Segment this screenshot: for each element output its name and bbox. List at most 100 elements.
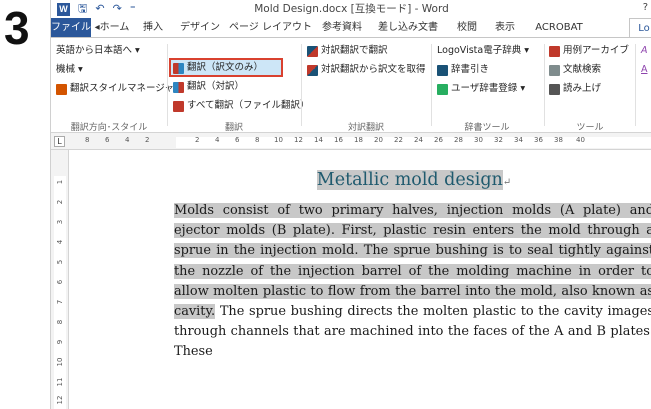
- tab-acrobat[interactable]: ACROBAT: [531, 18, 587, 38]
- tab-mailings[interactable]: 差し込み文書: [373, 18, 443, 38]
- document-page[interactable]: Metallic mold design↵ Molds consist of t…: [69, 150, 651, 409]
- parallel-translate-button[interactable]: 対訳翻訳で翻訳: [307, 43, 388, 59]
- tab-home[interactable]: ◂ホーム: [93, 18, 131, 38]
- translate-parallel-button[interactable]: 翻訳（対訳）: [173, 79, 244, 95]
- translate-only-label: 翻訳（訳文のみ）: [187, 62, 264, 73]
- tab-selector[interactable]: L: [54, 136, 65, 147]
- ruler-label: 38: [554, 136, 563, 144]
- engine-dropdown[interactable]: 機械 ▾: [56, 62, 83, 78]
- ruler-scale: 8 6 4 2 2 4 6 8 10 12 14 16 18 20 22 24 …: [81, 135, 651, 148]
- ruler-label: 10: [274, 136, 283, 144]
- direction-dropdown[interactable]: 英語から日本語へ ▾: [56, 43, 140, 59]
- tab-references[interactable]: 参考資料: [319, 18, 365, 38]
- get-translation-button[interactable]: 対訳翻訳から訳文を取得: [307, 62, 426, 78]
- ruler-label: 28: [454, 136, 463, 144]
- tab-design[interactable]: デザイン: [179, 18, 221, 38]
- archive-icon: [549, 45, 560, 57]
- vertical-ruler-text-area: [54, 176, 66, 409]
- vruler-label: 9: [56, 339, 64, 345]
- group-separator: [431, 44, 432, 126]
- literature-icon: [549, 64, 560, 76]
- ruler-label: 18: [354, 136, 363, 144]
- ruler-label: 24: [414, 136, 423, 144]
- read-aloud-label: 読み上げ: [563, 83, 602, 94]
- vruler-label: 8: [56, 319, 64, 325]
- ruler-label: 6: [235, 136, 240, 144]
- group-label-dictionary: 辞書ツール: [464, 123, 510, 133]
- example-archive-label: 用例アーカイブ: [563, 45, 629, 56]
- style-manager-button[interactable]: 翻訳スタイルマネージャ: [56, 81, 174, 97]
- style-manager-label: 翻訳スタイルマネージャ: [70, 83, 174, 94]
- parallel-translate-icon: [173, 81, 184, 93]
- step-number: 3: [4, 2, 30, 54]
- heading-text: Metallic mold design: [316, 170, 503, 190]
- ruler-label: 26: [434, 136, 443, 144]
- ruler-label: 40: [576, 136, 585, 144]
- direction-label: 英語から日本語へ ▾: [56, 45, 140, 56]
- ruler-label: 36: [534, 136, 543, 144]
- ruler-label: 2: [195, 136, 200, 144]
- paragraph-mark: ↵: [502, 177, 512, 188]
- tab-insert[interactable]: 挿入: [139, 18, 167, 38]
- tab-logovista[interactable]: Lo: [629, 18, 651, 38]
- dictionary-icon: [437, 64, 448, 76]
- ruler-label: 22: [394, 136, 403, 144]
- ruler-label: 4: [215, 136, 220, 144]
- selected-text: Molds consist of two primary halves, inj…: [174, 203, 651, 320]
- ruler-label: 12: [294, 136, 303, 144]
- font-a-underline-icon[interactable]: A: [641, 62, 648, 78]
- dictionary-lookup-label: 辞書引き: [451, 64, 490, 75]
- literature-search-label: 文献検索: [563, 64, 602, 75]
- help-icon[interactable]: ?: [643, 2, 648, 13]
- translate-all-button[interactable]: すべて翻訳（ファイル翻訳）: [173, 98, 309, 114]
- group-label-translate: 翻訳: [224, 123, 243, 133]
- document-heading[interactable]: Metallic mold design↵: [174, 168, 651, 195]
- document-paragraph[interactable]: Molds consist of two primary halves, inj…: [174, 201, 651, 363]
- tab-view[interactable]: 表示: [491, 18, 519, 38]
- user-dictionary-icon: [437, 83, 448, 95]
- ruler-label: 2: [145, 136, 150, 144]
- literature-search-button[interactable]: 文献検索: [549, 62, 601, 78]
- tab-file[interactable]: ファイル: [51, 18, 91, 38]
- style-manager-icon: [56, 83, 67, 95]
- group-label-tools: ツール: [576, 123, 604, 133]
- vruler-label: 1: [56, 179, 64, 185]
- file-translate-icon: [173, 100, 184, 112]
- document-body[interactable]: Metallic mold design↵ Molds consist of t…: [174, 168, 651, 363]
- example-archive-button[interactable]: 用例アーカイブ: [549, 43, 629, 59]
- group-label-direction: 翻訳方向･スタイル: [70, 123, 148, 133]
- user-dictionary-button[interactable]: ユーザ辞書登録 ▾: [437, 81, 525, 97]
- vruler-label: 2: [56, 199, 64, 205]
- tab-review[interactable]: 校閲: [453, 18, 481, 38]
- translate-parallel-label: 翻訳（対訳）: [187, 81, 245, 92]
- read-aloud-button[interactable]: 読み上げ: [549, 81, 601, 97]
- get-translation-label: 対訳翻訳から訳文を取得: [321, 64, 426, 75]
- font-a-icon[interactable]: A: [641, 43, 648, 59]
- word-window: W 🖫 ↶ ↷ ⁼ Mold Design.docx [互換モード] - Wor…: [50, 0, 651, 409]
- group-separator: [301, 44, 302, 126]
- tab-page-layout[interactable]: ページ レイアウト: [229, 18, 312, 38]
- group-separator: [167, 44, 168, 126]
- ribbon-tabs: ファイル ◂ホーム 挿入 デザイン ページ レイアウト 参考資料 差し込み文書 …: [51, 18, 651, 38]
- ruler-label: 20: [374, 136, 383, 144]
- user-dictionary-label: ユーザ辞書登録 ▾: [451, 83, 526, 94]
- ruler-label: 8: [85, 136, 90, 144]
- logovista-dictionary-dropdown[interactable]: LogoVista電子辞典 ▾: [437, 43, 529, 59]
- ribbon: 英語から日本語へ ▾ 機械 ▾ 翻訳スタイルマネージャ 翻訳方向･スタイル 翻訳…: [51, 37, 651, 133]
- vruler-label: 3: [56, 219, 64, 225]
- parallel-icon: [307, 45, 318, 57]
- ruler-label: 8: [255, 136, 260, 144]
- vruler-label: 4: [56, 239, 64, 245]
- title-bar: W 🖫 ↶ ↷ ⁼ Mold Design.docx [互換モード] - Wor…: [51, 0, 651, 18]
- get-translation-icon: [307, 64, 318, 76]
- translate-all-label: すべて翻訳（ファイル翻訳）: [187, 100, 310, 111]
- ruler-label: 30: [474, 136, 483, 144]
- ruler-label: 14: [314, 136, 323, 144]
- vruler-label: 5: [56, 259, 64, 265]
- translate-only-button[interactable]: 翻訳（訳文のみ）: [173, 60, 263, 76]
- group-separator: [635, 44, 636, 126]
- unselected-text: The sprue bushing directs the molten pla…: [174, 304, 651, 360]
- group-separator: [544, 44, 545, 126]
- dictionary-lookup-button[interactable]: 辞書引き: [437, 62, 489, 78]
- translate-icon: [173, 62, 184, 74]
